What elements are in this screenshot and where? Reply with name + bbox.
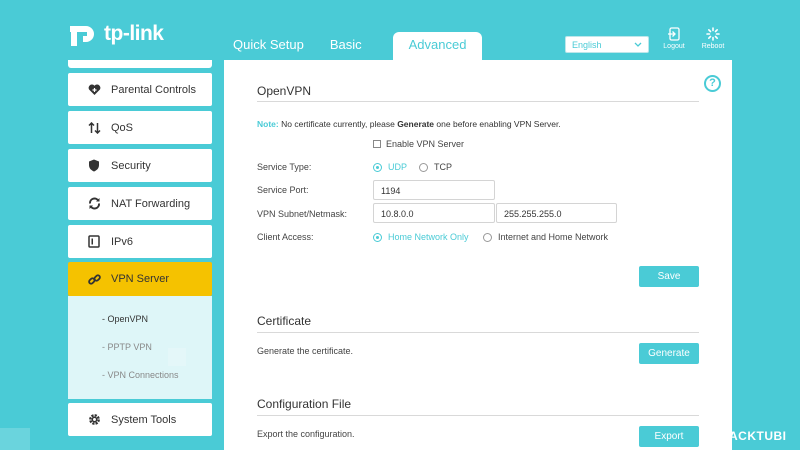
vpn-netmask-input[interactable]: 255.255.255.0 xyxy=(496,203,617,223)
note-text-pre: No certificate currently, please xyxy=(281,119,395,129)
service-type-label: Service Type: xyxy=(257,162,312,172)
logout-label: Logout xyxy=(663,43,685,50)
main-tabs: Quick Setup Basic Advanced xyxy=(220,32,483,60)
submenu-item-vpn-connections[interactable]: - VPN Connections xyxy=(102,370,179,380)
reboot-label: Reboot xyxy=(701,43,725,50)
home-network-label: Home Network Only xyxy=(388,232,469,242)
certificate-note: Note: No certificate currently, please G… xyxy=(257,119,561,129)
arrows-updown-icon xyxy=(87,121,101,135)
logout-icon xyxy=(668,27,680,41)
heart-icon xyxy=(87,83,101,97)
language-select[interactable]: English xyxy=(565,36,649,53)
note-text-post: one before enabling VPN Server. xyxy=(436,119,561,129)
vpn-subnet-input[interactable]: 10.8.0.0 xyxy=(373,203,495,223)
sidebar-item-label: NAT Forwarding xyxy=(111,197,191,210)
checkbox-box xyxy=(373,140,381,148)
section-divider xyxy=(257,332,699,333)
ipv6-icon xyxy=(87,235,101,249)
sidebar-item-system-tools[interactable]: System Tools xyxy=(68,403,212,436)
configuration-description: Export the configuration. xyxy=(257,429,355,439)
radio-dot xyxy=(483,232,492,242)
chevron-down-icon xyxy=(634,42,642,47)
radio-dot xyxy=(373,232,382,242)
refresh-icon xyxy=(87,197,101,211)
sidebar-item-label: IPv6 xyxy=(111,235,134,248)
reboot-icon xyxy=(706,27,720,41)
sidebar-item-label: VPN Server xyxy=(111,273,170,285)
language-value: English xyxy=(572,39,602,50)
vpn-subnet-label: VPN Subnet/Netmask: xyxy=(257,209,348,219)
tcp-label: TCP xyxy=(434,162,452,172)
sidebar-item-security[interactable]: Security xyxy=(68,149,212,182)
internet-home-label: Internet and Home Network xyxy=(498,232,609,242)
brand-name: tp-link xyxy=(104,22,164,45)
sidebar-item-ipv6[interactable]: IPv6 xyxy=(68,225,212,258)
submenu-item-openvpn[interactable]: - OpenVPN xyxy=(102,314,148,324)
enable-vpn-label: Enable VPN Server xyxy=(386,139,465,149)
sidebar-item-partial[interactable] xyxy=(68,60,212,68)
sidebar-item-label: Parental Controls xyxy=(111,83,196,96)
note-label: Note: xyxy=(257,119,279,129)
watermark: BLACKTUBI xyxy=(712,429,787,443)
sidebar-item-label: System Tools xyxy=(111,413,177,426)
background-decoration xyxy=(0,428,30,450)
section-divider xyxy=(257,415,699,416)
certificate-title: Certificate xyxy=(257,314,312,328)
logout-button[interactable]: Logout xyxy=(654,27,694,50)
sidebar-item-nat-forwarding[interactable]: NAT Forwarding xyxy=(68,187,212,220)
service-type-tcp-radio[interactable]: TCP xyxy=(419,162,452,172)
link-icon xyxy=(87,272,101,286)
client-access-internet-radio[interactable]: Internet and Home Network xyxy=(483,232,608,242)
enable-vpn-checkbox[interactable]: Enable VPN Server xyxy=(373,139,464,149)
reboot-button[interactable]: Reboot xyxy=(693,27,733,50)
client-access-label: Client Access: xyxy=(257,232,314,242)
radio-dot xyxy=(419,162,428,172)
tplink-logo-icon xyxy=(70,26,94,46)
client-access-home-radio[interactable]: Home Network Only xyxy=(373,232,469,242)
sidebar-item-label: QoS xyxy=(111,121,134,134)
sidebar-item-label: Security xyxy=(111,159,151,172)
tab-basic[interactable]: Basic xyxy=(317,32,375,60)
radio-dot xyxy=(373,162,382,172)
service-type-udp-radio[interactable]: UDP xyxy=(373,162,407,172)
tab-advanced[interactable]: Advanced xyxy=(392,32,483,60)
configuration-file-title: Configuration File xyxy=(257,397,352,411)
generate-button[interactable]: Generate xyxy=(639,343,699,364)
save-button[interactable]: Save xyxy=(639,266,699,287)
udp-label: UDP xyxy=(388,162,408,172)
sidebar-item-qos[interactable]: QoS xyxy=(68,111,212,144)
openvpn-title: OpenVPN xyxy=(257,84,312,98)
submenu-item-pptp-vpn[interactable]: - PPTP VPN xyxy=(102,342,152,352)
help-icon[interactable]: ? xyxy=(704,75,721,92)
service-port-input[interactable]: 1194 xyxy=(373,180,495,200)
tab-quick-setup[interactable]: Quick Setup xyxy=(220,32,317,60)
certificate-description: Generate the certificate. xyxy=(257,346,354,356)
section-divider xyxy=(257,101,699,102)
service-port-label: Service Port: xyxy=(257,185,309,195)
shield-icon xyxy=(87,159,101,173)
brand-logo: tp-link xyxy=(66,18,164,50)
export-button[interactable]: Export xyxy=(639,426,699,447)
sidebar-item-vpn-server[interactable]: VPN Server xyxy=(68,262,212,296)
gear-icon xyxy=(87,413,101,427)
vpn-submenu: - OpenVPN - PPTP VPN - VPN Connections xyxy=(68,296,212,399)
sidebar-item-parental-controls[interactable]: Parental Controls xyxy=(68,73,212,106)
note-text-bold: Generate xyxy=(397,119,435,129)
